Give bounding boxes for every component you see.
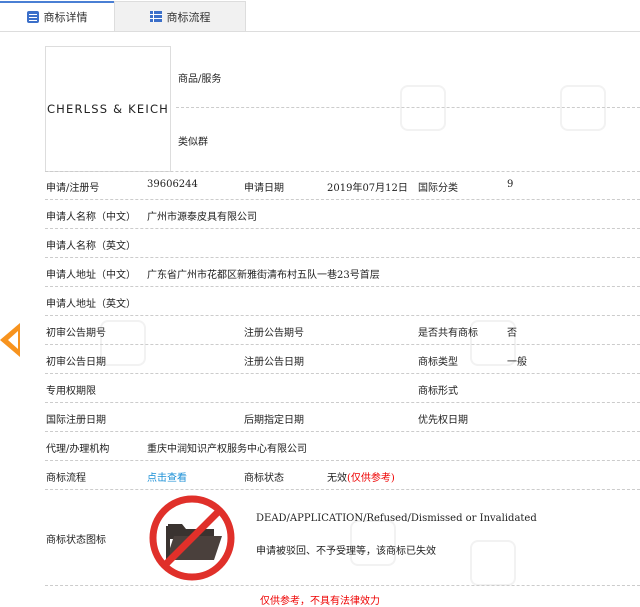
divider — [176, 107, 640, 108]
document-list-icon — [26, 11, 39, 23]
applicant-name-cn-label: 申请人名称（中文） — [46, 212, 136, 223]
intl-class-label: 国际分类 — [418, 183, 458, 194]
status-value: 无效(仅供参考) — [327, 469, 395, 484]
applicant-address-en-label: 申请人地址（英文） — [46, 299, 136, 310]
divider — [45, 199, 640, 200]
watermark — [560, 85, 606, 131]
divider — [45, 585, 640, 586]
priority-date-label: 优先权日期 — [418, 415, 468, 426]
tab-label: 商标流程 — [166, 10, 211, 24]
agent-value: 重庆中润知识产权服务中心有限公司 — [147, 444, 307, 455]
back-arrow-icon[interactable] — [0, 323, 20, 357]
reg-no-label: 申请/注册号 — [46, 183, 100, 194]
divider — [45, 171, 640, 172]
tab-trademark-flow[interactable]: 商标流程 — [114, 1, 246, 31]
agent-label: 代理/办理机构 — [46, 444, 110, 455]
tab-trademark-details[interactable]: 商标详情 — [0, 1, 114, 31]
type-value: 一般 — [507, 357, 527, 368]
watermark — [400, 85, 446, 131]
divider — [45, 257, 640, 258]
type-label: 商标类型 — [418, 357, 458, 368]
view-flow-link[interactable]: 点击查看 — [147, 469, 187, 484]
flow-label: 商标流程 — [46, 473, 86, 484]
divider — [45, 402, 640, 403]
divider — [45, 286, 640, 287]
later-designation-date-label: 后期指定日期 — [244, 415, 304, 426]
status-icon-label: 商标状态图标 — [46, 535, 106, 546]
form-label: 商标形式 — [418, 386, 458, 397]
shared-value: 否 — [507, 328, 517, 339]
trademark-image: CHERLSS & KEICH — [45, 46, 171, 172]
applicant-name-cn-value: 广州市源泰皮具有限公司 — [147, 212, 257, 223]
applicant-address-cn-label: 申请人地址（中文） — [46, 270, 136, 281]
watermark — [100, 320, 146, 366]
applicant-address-cn-value: 广东省广州市花都区新雅街清布村五队一巷23号首层 — [147, 270, 380, 281]
similar-group-label: 类似群 — [178, 137, 208, 148]
divider — [45, 431, 640, 432]
status-description-cn: 申请被驳回、不予受理等，该商标已失效 — [256, 546, 436, 557]
term-label: 专用权期限 — [46, 386, 96, 397]
tab-bar: 商标详情 商标流程 — [0, 0, 640, 32]
watermark — [470, 540, 516, 586]
tab-label: 商标详情 — [43, 11, 88, 24]
prelim-pub-no-label: 初审公告期号 — [46, 328, 106, 339]
status-label: 商标状态 — [244, 473, 284, 484]
divider — [45, 228, 640, 229]
goods-label: 商品/服务 — [178, 74, 222, 85]
status-text: 无效 — [327, 473, 347, 484]
app-date-value: 2019年07月12日 — [327, 183, 408, 194]
prelim-pub-date-label: 初审公告日期 — [46, 357, 106, 368]
reg-pub-date-label: 注册公告日期 — [244, 357, 304, 368]
status-description-en: DEAD/APPLICATION/Refused/Dismissed or In… — [256, 513, 537, 524]
reg-no-value: 39606244 — [147, 179, 198, 190]
status-note: (仅供参考) — [347, 473, 395, 484]
disclaimer-footer: 仅供参考，不具有法律效力 — [260, 596, 380, 607]
no-folder-status-icon — [149, 495, 235, 581]
divider — [45, 373, 640, 374]
intl-class-value: 9 — [507, 179, 514, 190]
applicant-name-en-label: 申请人名称（英文） — [46, 241, 136, 252]
divider — [45, 489, 640, 490]
divider — [45, 460, 640, 461]
divider — [45, 315, 640, 316]
intl-reg-date-label: 国际注册日期 — [46, 415, 106, 426]
trademark-logo-text: CHERLSS & KEICH — [46, 102, 170, 116]
reg-pub-no-label: 注册公告期号 — [244, 328, 304, 339]
divider — [45, 344, 640, 345]
shared-label: 是否共有商标 — [418, 328, 478, 339]
app-date-label: 申请日期 — [244, 183, 284, 194]
list-icon — [149, 11, 162, 22]
